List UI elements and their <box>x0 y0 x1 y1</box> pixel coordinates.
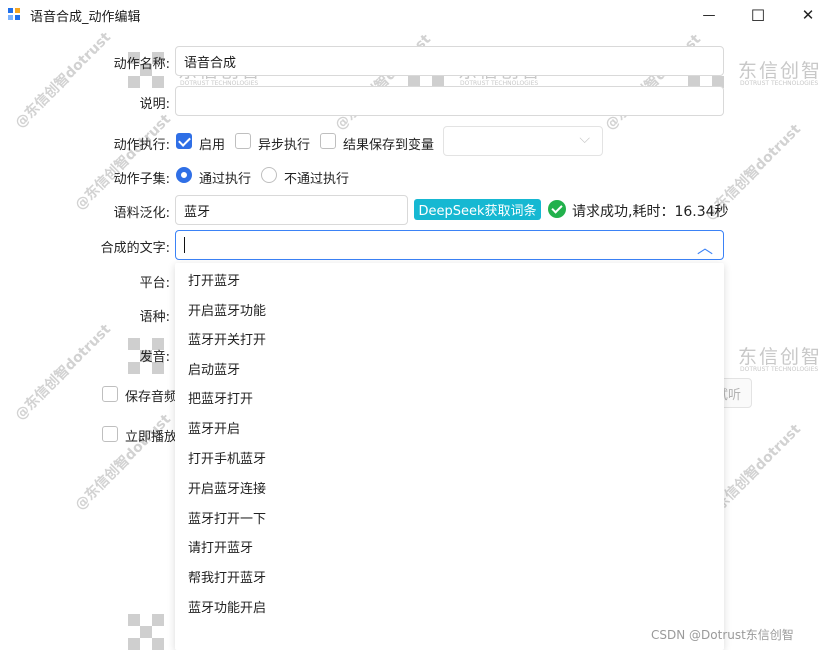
voice-label: 发音: <box>139 350 170 365</box>
close-icon: ✕ <box>801 6 815 24</box>
app-logo-icon <box>8 8 22 22</box>
dropdown-option[interactable]: 开启蓝牙功能 <box>188 300 266 319</box>
watermark-diagonal-text: @东信创智dotrust <box>12 321 115 424</box>
dropdown-option[interactable]: 请打开蓝牙 <box>188 537 253 556</box>
minimize-icon: — <box>702 7 716 23</box>
action-name-value: 语音合成 <box>184 55 237 71</box>
corpus-input[interactable]: 蓝牙 <box>175 195 408 225</box>
async-label: 异步执行 <box>258 138 311 153</box>
save-result-checkbox[interactable] <box>320 133 336 149</box>
dropdown-option[interactable]: 蓝牙打开一下 <box>188 508 266 527</box>
watermark-logo-icon <box>128 614 164 650</box>
window-title: 语音合成_动作编辑 <box>30 10 141 25</box>
dropdown-option[interactable]: 把蓝牙打开 <box>188 388 253 407</box>
watermark-diagonal-text: @东信创智dotrust <box>12 29 115 132</box>
dropdown-option[interactable]: 蓝牙开关打开 <box>188 329 266 348</box>
source-watermark-text: CSDN @Dotrust东信创智 <box>651 628 794 642</box>
chevron-down-icon: ⌵ <box>579 131 590 147</box>
child-set-fail-label: 不通过执行 <box>284 172 350 187</box>
synth-text-label: 合成的文字: <box>100 241 170 256</box>
child-set-label: 动作子集: <box>113 172 170 187</box>
watermark-brand-en: DOTRUST TECHNOLOGIES <box>740 80 819 87</box>
dropdown-option[interactable]: 帮我打开蓝牙 <box>188 567 266 586</box>
enabled-checkbox[interactable] <box>176 133 192 149</box>
description-input[interactable] <box>175 86 724 116</box>
request-status-text: 请求成功,耗时：16.34秒 <box>572 204 729 220</box>
play-now-checkbox[interactable] <box>102 426 118 442</box>
play-now-label: 立即播放 <box>125 430 178 445</box>
child-set-fail-radio[interactable] <box>261 167 277 183</box>
async-checkbox[interactable] <box>235 133 251 149</box>
corpus-value: 蓝牙 <box>184 204 211 220</box>
close-button[interactable]: ✕ <box>785 0 831 30</box>
corpus-label: 语料泛化: <box>113 206 170 221</box>
child-set-pass-radio[interactable] <box>176 167 192 183</box>
chevron-up-icon[interactable]: ︿ <box>697 234 713 258</box>
maximize-icon: ☐ <box>750 5 766 25</box>
text-cursor <box>184 237 185 253</box>
result-variable-select[interactable]: ⌵ <box>443 126 603 156</box>
watermark-brand-cn: 东信创智 <box>738 346 823 368</box>
watermark-brand-cn: 东信创智 <box>738 60 823 82</box>
save-audio-label: 保存音频 <box>125 390 178 405</box>
synth-text-combobox[interactable]: ︿ <box>175 230 724 260</box>
description-label: 说明: <box>139 97 170 112</box>
dropdown-option[interactable]: 打开手机蓝牙 <box>188 448 266 467</box>
action-name-input[interactable]: 语音合成 <box>175 46 724 76</box>
maximize-button[interactable]: ☐ <box>735 0 781 30</box>
deepseek-fetch-button[interactable]: DeepSeek获取词条 <box>414 199 541 220</box>
synth-text-dropdown: 打开蓝牙 开启蓝牙功能 蓝牙开关打开 启动蓝牙 把蓝牙打开 蓝牙开启 打开手机蓝… <box>175 263 724 650</box>
execution-label: 动作执行: <box>113 138 170 153</box>
enabled-label: 启用 <box>199 138 226 153</box>
dropdown-option[interactable]: 打开蓝牙 <box>188 270 240 289</box>
title-bar: 语音合成_动作编辑 — ☐ ✕ <box>0 0 831 30</box>
action-name-label: 动作名称: <box>113 57 170 72</box>
dropdown-option[interactable]: 开启蓝牙连接 <box>188 478 266 497</box>
platform-label: 平台: <box>139 276 170 291</box>
save-result-label: 结果保存到变量 <box>343 138 435 153</box>
watermark-diagonal-text: @东信创智dotrust <box>72 111 175 214</box>
dropdown-option[interactable]: 启动蓝牙 <box>188 359 240 378</box>
watermark-brand-en: DOTRUST TECHNOLOGIES <box>740 366 819 373</box>
child-set-pass-label: 通过执行 <box>199 172 252 187</box>
deepseek-fetch-label: DeepSeek获取词条 <box>418 204 537 219</box>
dropdown-option[interactable]: 蓝牙功能开启 <box>188 597 266 616</box>
success-check-icon <box>548 200 566 218</box>
language-label: 语种: <box>139 310 170 325</box>
dropdown-option[interactable]: 蓝牙开启 <box>188 418 240 437</box>
minimize-button[interactable]: — <box>686 0 732 30</box>
save-audio-checkbox[interactable] <box>102 386 118 402</box>
